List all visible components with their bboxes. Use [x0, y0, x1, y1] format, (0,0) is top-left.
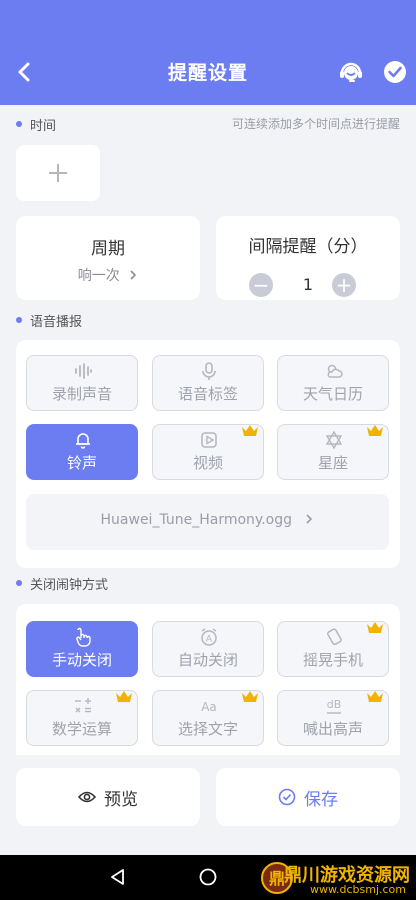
select-text-label: 选择文字 [177, 720, 238, 738]
system-nav-bar: 鼎 鼎川游戏资源网 www.dcbsmj.com [0, 855, 416, 900]
cycle-title: 周期 [91, 239, 125, 259]
waveform-icon [75, 363, 92, 379]
interval-value: 1 [302, 275, 314, 294]
bottom-action-bar: 预览 保存 [0, 755, 416, 855]
ringtone-button[interactable]: 铃声 [26, 424, 138, 480]
interval-card: 间隔提醒（分） − 1 + [216, 216, 400, 300]
shake-phone-icon [327, 628, 342, 646]
chevron-right-icon [130, 270, 137, 280]
auto-close-label: 自动关闭 [177, 651, 238, 669]
crown-icon [367, 622, 383, 633]
preview-label: 预览 [104, 789, 138, 810]
svg-text:A: A [206, 635, 213, 645]
time-section-hint: 可连续添加多个时间点进行提醒 [231, 117, 400, 131]
customer-service-icon[interactable] [337, 58, 365, 86]
math-label: 数学运算 [51, 720, 112, 738]
interval-title: 间隔提醒（分） [248, 237, 368, 257]
select-text-button[interactable]: Aa 选择文字 [152, 690, 264, 746]
math-button[interactable]: 数学运算 [26, 690, 138, 746]
site-watermark: 鼎 鼎川游戏资源网 www.dcbsmj.com [220, 859, 410, 897]
bell-icon [76, 433, 90, 449]
video-icon [201, 432, 217, 448]
eye-icon [78, 791, 96, 803]
video-label: 视频 [192, 454, 223, 472]
bullet-dot [16, 317, 22, 323]
bullet-dot [16, 121, 22, 127]
time-section-header: 时间 [16, 114, 56, 134]
crown-icon [242, 425, 258, 436]
manual-close-label: 手动关闭 [51, 651, 112, 669]
auto-alarm-icon: A [201, 628, 217, 646]
auto-close-button[interactable]: A 自动关闭 [152, 621, 264, 677]
zodiac-button[interactable]: 星座 [277, 424, 389, 480]
header-bar: 提醒设置 [0, 0, 416, 105]
shout-label: 喊出高声 [302, 720, 363, 738]
crown-icon [242, 691, 258, 702]
save-label: 保存 [304, 789, 338, 810]
watermark-url: www.dcbsmj.com [310, 883, 406, 896]
decibel-icon: dB [327, 698, 342, 714]
crown-icon [367, 425, 383, 436]
weather-calendar-label: 天气日历 [302, 385, 363, 403]
crown-icon [367, 691, 383, 702]
time-section-title: 时间 [30, 118, 57, 134]
plus-button[interactable]: + [332, 273, 356, 297]
add-time-button[interactable] [16, 145, 100, 201]
manual-close-button[interactable]: 手动关闭 [26, 621, 138, 677]
video-button[interactable]: 视频 [152, 424, 264, 480]
svg-text:鼎: 鼎 [269, 869, 285, 888]
hand-pointer-icon [76, 627, 91, 647]
voice-tag-label: 语音标签 [177, 385, 238, 403]
settings-content[interactable]: 时间 可连续添加多个时间点进行提醒 周期 响一次 间隔提醒（分） − 1 + 语… [0, 105, 416, 755]
svg-text:Aa: Aa [201, 700, 217, 714]
star-of-david-icon [325, 430, 343, 450]
shake-phone-button[interactable]: 摇晃手机 [277, 621, 389, 677]
save-button[interactable]: 保存 [216, 768, 400, 826]
ringtone-label: 铃声 [66, 454, 97, 472]
microphone-icon [202, 362, 216, 380]
nav-back-icon[interactable] [108, 867, 128, 887]
check-circle-icon [278, 788, 296, 806]
chevron-right-icon [306, 514, 313, 524]
ringtone-file-selector[interactable]: Huawei_Tune_Harmony.ogg [26, 494, 389, 550]
record-voice-button[interactable]: 录制声音 [26, 355, 138, 411]
voice-section-title: 语音播报 [30, 314, 83, 330]
voice-section-header: 语音播报 [16, 310, 82, 330]
weather-icon [327, 364, 343, 378]
preview-button[interactable]: 预览 [16, 768, 200, 826]
bullet-dot [16, 580, 22, 586]
ringtone-file-name: Huawei_Tune_Harmony.ogg [26, 512, 389, 528]
shake-phone-label: 摇晃手机 [302, 651, 363, 669]
close-section-title: 关闭闹钟方式 [30, 577, 109, 593]
confirm-check-icon[interactable] [381, 58, 409, 86]
nav-home-icon[interactable] [198, 867, 218, 887]
svg-text:dB: dB [327, 698, 342, 711]
close-section-header: 关闭闹钟方式 [16, 573, 108, 593]
record-voice-label: 录制声音 [51, 385, 112, 403]
cycle-value-text: 响一次 [77, 268, 120, 284]
text-aa-icon: Aa [201, 700, 217, 714]
weather-calendar-button[interactable]: 天气日历 [277, 355, 389, 411]
zodiac-label: 星座 [317, 454, 348, 472]
math-icon [75, 698, 91, 713]
cycle-card[interactable]: 周期 响一次 [16, 216, 200, 300]
cycle-value[interactable]: 响一次 [16, 265, 200, 285]
shout-button[interactable]: dB 喊出高声 [277, 690, 389, 746]
voice-tag-button[interactable]: 语音标签 [152, 355, 264, 411]
crown-icon [116, 691, 132, 702]
